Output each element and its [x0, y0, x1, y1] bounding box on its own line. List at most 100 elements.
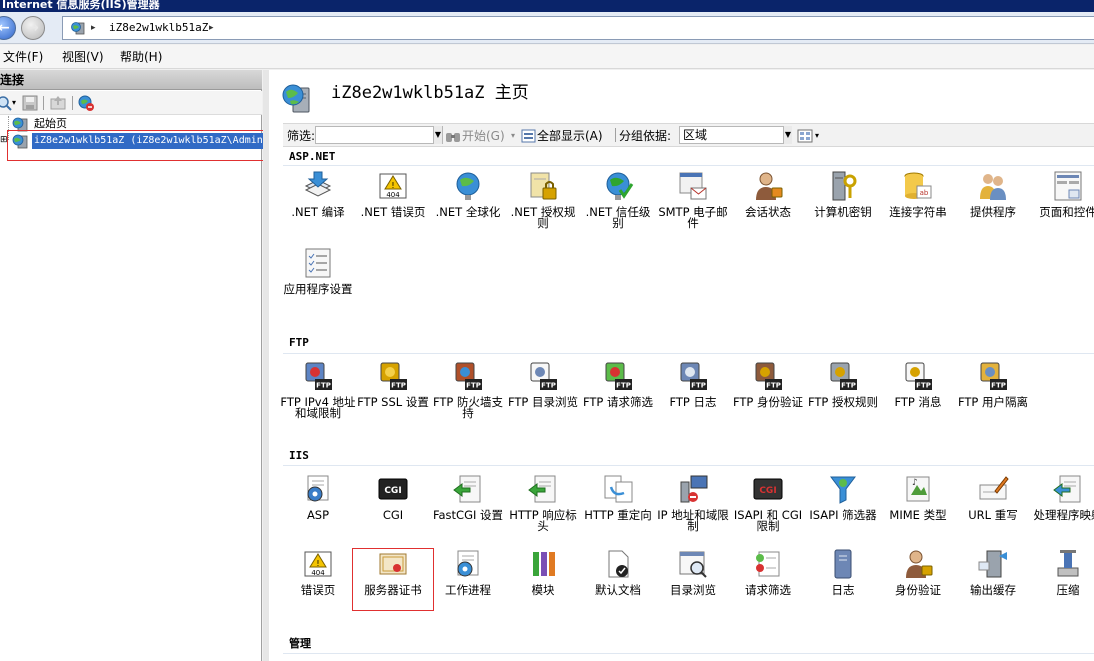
feature-smtp-email[interactable]: SMTP 电子邮件	[655, 170, 731, 240]
group-by-select[interactable]: 区域	[679, 126, 791, 144]
start-dropdown-icon[interactable]: ▾	[511, 128, 515, 144]
feature-label: FTP 目录浏览	[507, 395, 579, 409]
forward-button[interactable]: →	[21, 16, 45, 40]
view-mode-dropdown-icon[interactable]: ▾	[815, 128, 819, 144]
connect-icon[interactable]	[0, 95, 12, 111]
feature-label: FastCGI 设置	[432, 508, 504, 522]
start-filter-button[interactable]: 开始(G)	[462, 128, 505, 144]
feature-url-rewrite[interactable]: URL 重写	[955, 473, 1031, 543]
feature-output-caching[interactable]: 输出缓存	[955, 548, 1031, 618]
feature-ftp-ssl[interactable]: FTP FTP SSL 设置	[355, 360, 431, 430]
back-button[interactable]: ←	[0, 16, 16, 40]
feature-pages-controls[interactable]: 页面和控件	[1030, 170, 1094, 240]
feature-error-pages[interactable]: ! 404 错误页	[280, 548, 356, 618]
tree-item-server[interactable]: iZ8e2w1wklb51aZ (iZ8e2w1wklb51aZ\Admin	[12, 133, 265, 149]
tree-item-label: iZ8e2w1wklb51aZ (iZ8e2w1wklb51aZ\Admin	[32, 133, 265, 149]
feature-ftp-request-filtering[interactable]: FTP FTP 请求筛选	[580, 360, 656, 430]
logging-icon	[834, 549, 852, 579]
svg-text:CGI: CGI	[759, 486, 776, 496]
feature-ftp-messages[interactable]: FTP FTP 消息	[880, 360, 956, 430]
filter-label: 筛选:	[287, 129, 316, 143]
feature-net-compile[interactable]: .NET 编译	[280, 170, 356, 240]
feature-providers[interactable]: 提供程序	[955, 170, 1031, 240]
feature-ftp-firewall[interactable]: FTP FTP 防火墙支持	[430, 360, 506, 430]
feature-label: MIME 类型	[889, 508, 947, 522]
feature-asp[interactable]: ASP	[280, 473, 356, 543]
filter-dropdown-arrow-icon[interactable]: ▼	[433, 126, 442, 144]
feature-logging[interactable]: 日志	[805, 548, 881, 618]
feature-ftp-user-isolation[interactable]: FTP FTP 用户隔离	[955, 360, 1031, 430]
default-document-icon	[608, 550, 629, 578]
menu-help[interactable]: 帮助(H)	[120, 49, 162, 65]
feature-ftp-ipv4[interactable]: FTP FTP IPv4 地址和域限制	[280, 360, 356, 430]
feature-label: 计算机密钥	[814, 205, 872, 219]
ftp-directory-browsing-icon: FTP	[530, 362, 557, 390]
feature-fastcgi[interactable]: FastCGI 设置	[430, 473, 506, 543]
feature-ftp-authorization[interactable]: FTP FTP 授权规则	[805, 360, 881, 430]
request-filtering-icon	[756, 551, 780, 577]
group-header-iis[interactable]: IIS	[289, 449, 309, 463]
ftp-authorization-icon: FTP	[830, 362, 857, 390]
connections-title: 连接	[0, 73, 25, 87]
feature-default-document[interactable]: 默认文档	[580, 548, 656, 618]
feature-ip-restrictions[interactable]: IP 地址和域限制	[655, 473, 731, 543]
breadcrumb-separator-icon[interactable]: ▸	[91, 21, 96, 35]
svg-text:!: !	[391, 181, 394, 190]
view-mode-icon[interactable]	[797, 128, 813, 144]
tree-expand-icon[interactable]: ⊞	[0, 132, 8, 148]
save-icon[interactable]	[22, 95, 38, 111]
feature-session-state[interactable]: 会话状态	[730, 170, 806, 240]
features-pane: iZ8e2w1wklb51aZ 主页 筛选: ▼ 开始(G) ▾ 全部显示(A)…	[269, 70, 1094, 661]
feature-isapi-filters[interactable]: ISAPI 筛选器	[805, 473, 881, 543]
feature-label: .NET 全球化	[435, 205, 501, 219]
group-by-dropdown-arrow-icon[interactable]: ▼	[783, 126, 792, 144]
feature-label: FTP SSL 设置	[357, 395, 429, 409]
feature-isapi-cgi-restrictions[interactable]: CGI ISAPI 和 CGI 限制	[730, 473, 806, 543]
feature-connection-strings[interactable]: ab 连接字符串	[880, 170, 956, 240]
breadcrumb-separator-icon[interactable]: ▸	[209, 21, 214, 35]
feature-app-settings[interactable]: 应用程序设置	[280, 247, 356, 317]
feature-net-error-pages[interactable]: ! 404 .NET 错误页	[355, 170, 431, 240]
feature-net-authorization[interactable]: .NET 授权规则	[505, 170, 581, 240]
feature-ftp-directory-browsing[interactable]: FTP FTP 目录浏览	[505, 360, 581, 430]
group-header-aspnet[interactable]: ASP.NET	[289, 150, 335, 164]
show-all-button[interactable]: 全部显示(A)	[537, 128, 603, 144]
tree-item-start-page[interactable]: 起始页	[12, 116, 212, 132]
address-bar[interactable]: ▸ iZ8e2w1wklb51aZ ▸	[62, 16, 1094, 40]
connect-dropdown-icon[interactable]: ▾	[12, 95, 16, 111]
feature-directory-browsing[interactable]: 目录浏览	[655, 548, 731, 618]
feature-ftp-authentication[interactable]: FTP FTP 身份验证	[730, 360, 806, 430]
feature-http-response-headers[interactable]: HTTP 响应标头	[505, 473, 581, 543]
svg-text:FTP: FTP	[841, 382, 856, 390]
feature-label: FTP 用户隔离	[957, 395, 1029, 409]
tree-connector	[8, 116, 9, 140]
feature-label: FTP 消息	[894, 395, 942, 409]
menu-view[interactable]: 视图(V)	[62, 49, 104, 65]
feature-http-redirect[interactable]: HTTP 重定向	[580, 473, 656, 543]
delete-connection-icon[interactable]	[78, 95, 94, 111]
ftp-firewall-icon: FTP	[455, 362, 482, 390]
feature-label: 连接字符串	[889, 205, 947, 219]
filter-input[interactable]	[315, 126, 443, 144]
up-level-icon[interactable]	[50, 95, 66, 111]
group-header-management[interactable]: 管理	[289, 637, 311, 651]
feature-authentication[interactable]: 身份验证	[880, 548, 956, 618]
feature-server-certificates[interactable]: 服务器证书	[355, 548, 431, 618]
breadcrumb-server[interactable]: iZ8e2w1wklb51aZ	[109, 21, 208, 35]
feature-modules[interactable]: 模块	[505, 548, 581, 618]
feature-mime-types[interactable]: ♪ MIME 类型	[880, 473, 956, 543]
feature-label: 会话状态	[745, 205, 791, 219]
menu-file[interactable]: 文件(F)	[3, 49, 43, 65]
feature-net-globalization[interactable]: .NET 全球化	[430, 170, 506, 240]
feature-cgi[interactable]: CGI CGI	[355, 473, 431, 543]
feature-label: 服务器证书	[364, 583, 422, 597]
feature-machine-key[interactable]: 计算机密钥	[805, 170, 881, 240]
feature-ftp-logging[interactable]: FTP FTP 日志	[655, 360, 731, 430]
app-settings-icon	[305, 248, 331, 278]
feature-worker-processes[interactable]: 工作进程	[430, 548, 506, 618]
feature-handler-mappings[interactable]: 处理程序映射	[1030, 473, 1094, 543]
feature-net-trust[interactable]: .NET 信任级别	[580, 170, 656, 240]
feature-request-filtering[interactable]: 请求筛选	[730, 548, 806, 618]
group-header-ftp[interactable]: FTP	[289, 336, 309, 350]
feature-compression[interactable]: 压缩	[1030, 548, 1094, 618]
